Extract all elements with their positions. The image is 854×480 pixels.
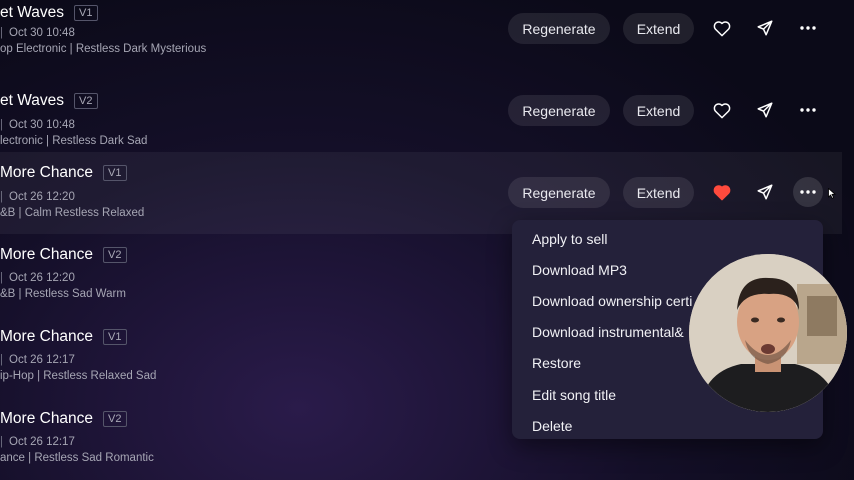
more-dots-icon[interactable] — [793, 177, 823, 207]
version-badge: V2 — [103, 247, 127, 263]
extend-button[interactable]: Extend — [623, 177, 694, 208]
send-icon[interactable] — [750, 177, 780, 207]
track-title-line: More Chance V1 — [0, 164, 127, 182]
track-tags: ip-Hop | Restless Relaxed Sad — [0, 370, 157, 382]
extend-button[interactable]: Extend — [623, 13, 694, 44]
track-tags: op Electronic | Restless Dark Mysterious — [0, 43, 207, 55]
more-dots-icon[interactable] — [793, 95, 823, 125]
track-title-line: More Chance V2 — [0, 246, 127, 264]
track-row[interactable]: et Waves V1 | Oct 30 10:48 op Electronic … — [0, 0, 842, 82]
track-title: More Chance — [0, 246, 94, 263]
version-badge: V2 — [103, 411, 127, 427]
track-title-line: et Waves V2 — [0, 92, 98, 110]
track-date: | Oct 26 12:20 — [0, 272, 75, 284]
version-badge: V2 — [74, 93, 98, 109]
cursor-icon — [828, 186, 836, 204]
track-title-line: et Waves V1 — [0, 4, 98, 22]
send-icon[interactable] — [750, 95, 780, 125]
regenerate-button[interactable]: Regenerate — [508, 13, 610, 44]
track-tags: &B | Restless Sad Warm — [0, 288, 126, 300]
track-title: More Chance — [0, 328, 94, 345]
menu-item-apply-to-sell[interactable]: Apply to sell — [512, 223, 823, 254]
version-badge: V1 — [103, 329, 127, 345]
regenerate-button[interactable]: Regenerate — [508, 177, 610, 208]
extend-button[interactable]: Extend — [623, 95, 694, 126]
track-date: | Oct 26 12:20 — [0, 191, 75, 203]
track-tags: ance | Restless Sad Romantic — [0, 452, 154, 464]
track-date: | Oct 30 10:48 — [0, 27, 75, 39]
track-date: | Oct 30 10:48 — [0, 119, 75, 131]
webcam-overlay — [689, 254, 847, 412]
track-tags: lectronic | Restless Dark Sad — [0, 135, 148, 147]
track-tags: &B | Calm Restless Relaxed — [0, 207, 145, 219]
track-title: et Waves — [0, 92, 65, 109]
regenerate-button[interactable]: Regenerate — [508, 95, 610, 126]
track-title: et Waves — [0, 4, 65, 21]
track-title: More Chance — [0, 410, 94, 427]
heart-icon[interactable] — [707, 95, 737, 125]
version-badge: V1 — [103, 165, 127, 181]
track-title-line: More Chance V1 — [0, 328, 127, 346]
heart-icon[interactable] — [707, 177, 737, 207]
heart-icon[interactable] — [707, 13, 737, 43]
send-icon[interactable] — [750, 13, 780, 43]
track-title: More Chance — [0, 164, 94, 181]
more-dots-icon[interactable] — [793, 13, 823, 43]
track-date: | Oct 26 12:17 — [0, 436, 75, 448]
track-date: | Oct 26 12:17 — [0, 354, 75, 366]
menu-item-delete[interactable]: Delete — [512, 410, 823, 441]
track-title-line: More Chance V2 — [0, 410, 127, 428]
version-badge: V1 — [74, 5, 98, 21]
